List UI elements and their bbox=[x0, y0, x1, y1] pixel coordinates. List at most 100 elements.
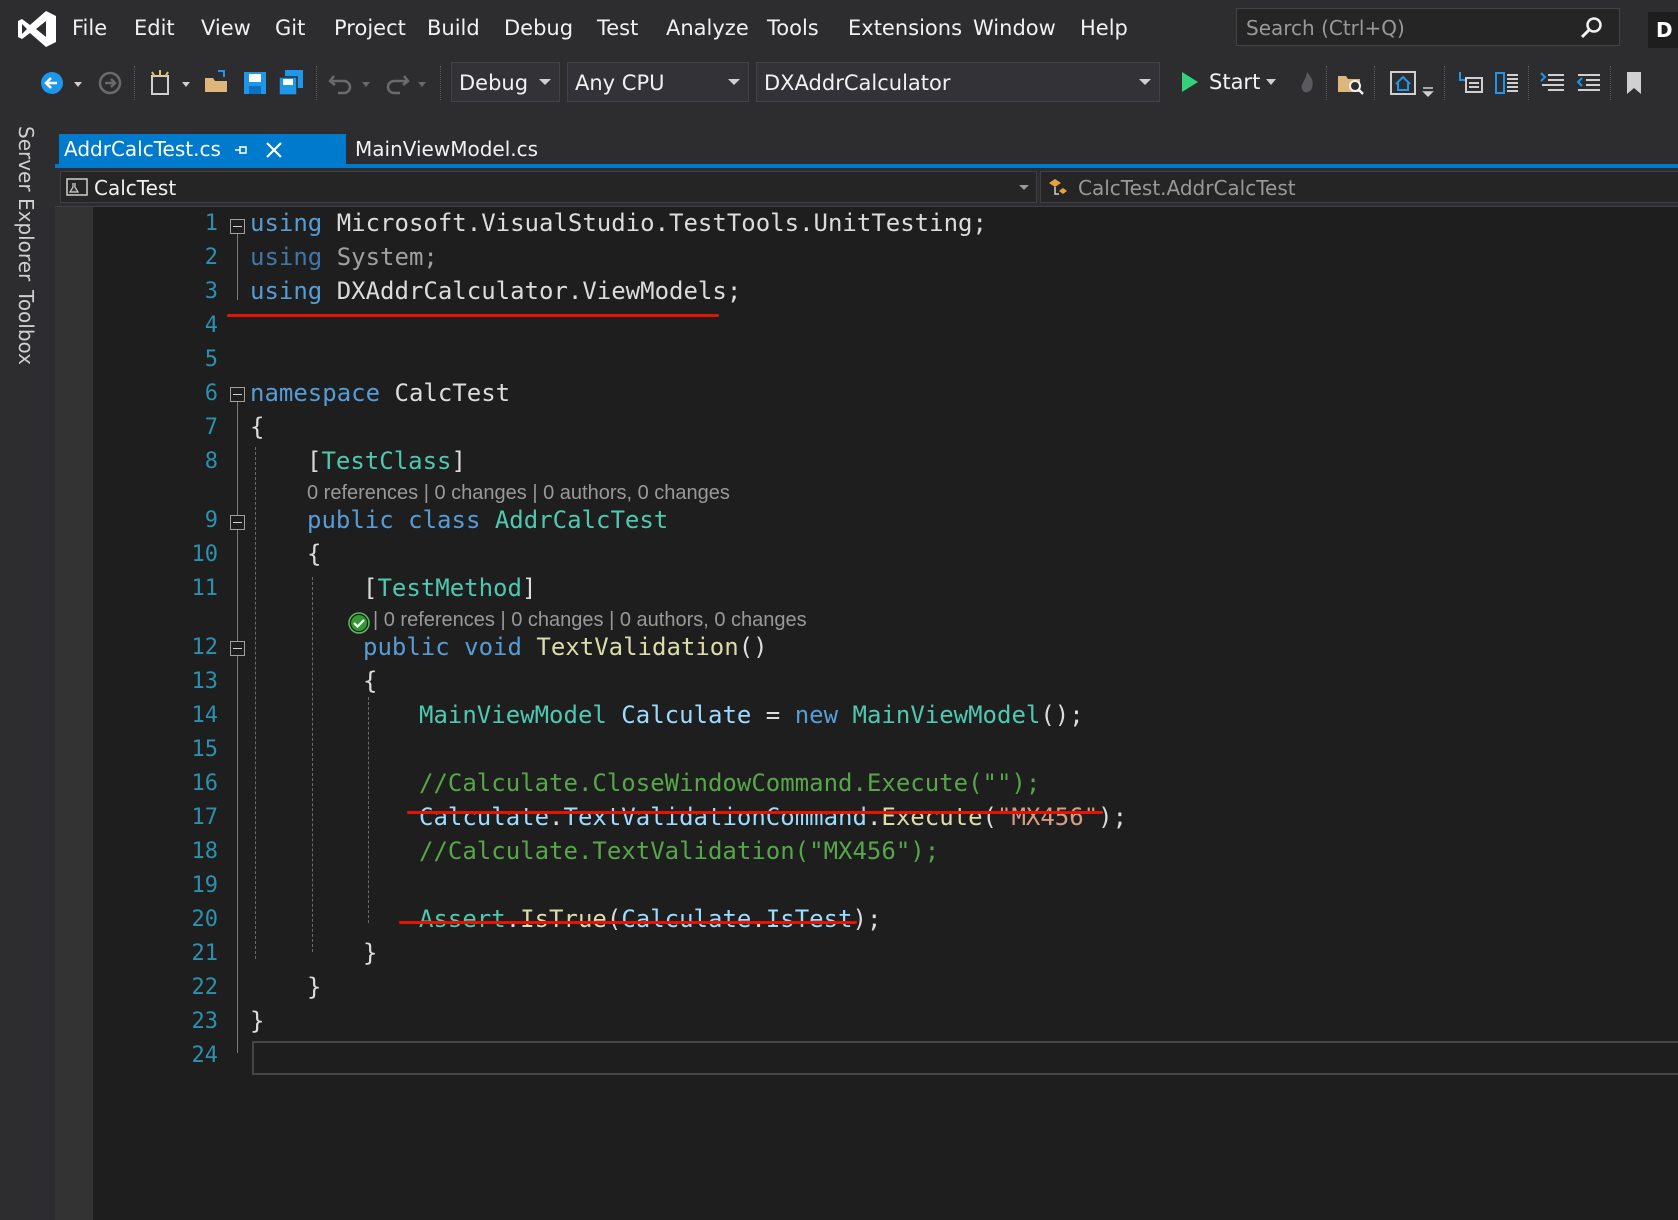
line-number: 13 bbox=[191, 669, 219, 694]
bookmark-icon[interactable] bbox=[1620, 68, 1650, 98]
line-number: 7 bbox=[204, 415, 218, 440]
menu-edit[interactable]: Edit bbox=[134, 16, 175, 40]
test-passed-icon[interactable] bbox=[348, 612, 370, 634]
line-number: 22 bbox=[191, 975, 219, 1000]
code-editor[interactable]: 1 2 3 4 5 6 7 8 9 10 11 12 13 14 15 16 1… bbox=[55, 207, 1678, 1220]
toolbox-tab[interactable]: Toolbox bbox=[14, 290, 38, 365]
visual-studio-logo-icon[interactable] bbox=[16, 9, 58, 49]
solution-configuration-select[interactable]: Debug bbox=[451, 62, 560, 102]
account-badge[interactable]: D bbox=[1648, 12, 1678, 48]
glyph-margin[interactable] bbox=[55, 207, 93, 1220]
chevron-down-icon bbox=[1019, 185, 1029, 190]
new-item-dropdown-icon[interactable] bbox=[178, 68, 194, 98]
undo-icon[interactable] bbox=[326, 68, 356, 98]
keyword-using: using bbox=[250, 209, 323, 237]
left-tool-window-rail: Server Explorer Toolbox bbox=[0, 110, 55, 1220]
line-number: 20 bbox=[191, 907, 219, 932]
new-project-icon[interactable] bbox=[146, 68, 176, 98]
test-project-icon bbox=[66, 178, 88, 196]
toolbar-separator bbox=[440, 66, 442, 100]
indent-guide bbox=[312, 577, 313, 952]
menu-file[interactable]: File bbox=[72, 16, 107, 40]
keyword-new: new bbox=[794, 701, 839, 729]
toolbar-overflow-icon[interactable] bbox=[1420, 68, 1436, 98]
menu-git[interactable]: Git bbox=[275, 16, 305, 40]
line-number: 19 bbox=[191, 873, 219, 898]
navigate-forward-icon[interactable] bbox=[96, 68, 126, 98]
type-name: CalcTest.AddrCalcTest bbox=[1078, 176, 1296, 200]
variable-calculate: Calculate bbox=[419, 803, 550, 831]
type-dropdown[interactable]: CalcTest.AddrCalcTest bbox=[1040, 171, 1678, 203]
menu-view[interactable]: View bbox=[201, 16, 251, 40]
pin-tab-icon[interactable] bbox=[232, 141, 250, 159]
platform-value: Any CPU bbox=[575, 71, 665, 95]
call-end: ); bbox=[1098, 803, 1128, 831]
variable-calculate: Calculate bbox=[621, 701, 752, 729]
navigate-back-icon[interactable] bbox=[38, 68, 68, 98]
project-dropdown[interactable]: CalcTest bbox=[60, 171, 1037, 203]
dot: . bbox=[866, 803, 882, 831]
step-into-specific-icon[interactable] bbox=[1456, 68, 1486, 98]
class-icon bbox=[1049, 179, 1067, 195]
save-all-icon[interactable] bbox=[276, 68, 306, 98]
start-page-home-icon[interactable] bbox=[1388, 68, 1418, 98]
menu-help[interactable]: Help bbox=[1080, 16, 1128, 40]
line-number: 5 bbox=[204, 347, 218, 372]
line-number: 2 bbox=[204, 245, 218, 270]
redo-dropdown-icon[interactable] bbox=[414, 68, 430, 98]
back-history-dropdown-icon[interactable] bbox=[70, 68, 86, 98]
codelens-method-info[interactable]: | 0 references | 0 changes | 0 authors, … bbox=[373, 609, 807, 632]
code-line-3: using DXAddrCalculator.ViewModels; bbox=[250, 277, 741, 305]
dot: . bbox=[751, 905, 766, 933]
code-line-7: { bbox=[250, 413, 265, 441]
line-number: 9 bbox=[204, 508, 218, 533]
startup-project-select[interactable]: DXAddrCalculator bbox=[756, 62, 1160, 102]
toolbar-separator bbox=[1374, 66, 1376, 100]
save-icon[interactable] bbox=[240, 68, 270, 98]
toggle-bookmark-pane-icon[interactable] bbox=[1492, 68, 1522, 98]
call-end: ); bbox=[852, 905, 882, 933]
start-debugging-button[interactable]: Start bbox=[1174, 62, 1288, 102]
find-in-files-icon[interactable] bbox=[1336, 68, 1366, 98]
paren: ( bbox=[606, 905, 622, 933]
server-explorer-tab[interactable]: Server Explorer bbox=[14, 126, 38, 281]
code-line-17: Calculate.TextValidationCommand.Execute(… bbox=[419, 803, 1127, 831]
redo-icon[interactable] bbox=[382, 68, 412, 98]
menu-debug[interactable]: Debug bbox=[504, 16, 573, 40]
line-number: 23 bbox=[191, 1009, 219, 1034]
menu-tools[interactable]: Tools bbox=[767, 16, 819, 40]
comment-lines-icon[interactable] bbox=[1538, 68, 1568, 98]
uncomment-lines-icon[interactable] bbox=[1574, 68, 1604, 98]
collapse-region-toggle[interactable] bbox=[230, 387, 245, 402]
collapse-region-toggle[interactable] bbox=[230, 219, 245, 234]
undo-dropdown-icon[interactable] bbox=[358, 68, 374, 98]
open-folder-icon[interactable] bbox=[202, 68, 232, 98]
search-placeholder: Search (Ctrl+Q) bbox=[1246, 16, 1405, 40]
line-number: 21 bbox=[191, 941, 219, 966]
menu-project[interactable]: Project bbox=[334, 16, 406, 40]
keyword-using: using bbox=[250, 243, 323, 271]
type-mainviewmodel: MainViewModel bbox=[852, 701, 1041, 729]
attribute-testclass: TestClass bbox=[321, 447, 452, 475]
menu-window[interactable]: Window bbox=[973, 16, 1056, 40]
menu-analyze[interactable]: Analyze bbox=[666, 16, 749, 40]
search-input[interactable]: Search (Ctrl+Q) bbox=[1236, 8, 1620, 46]
collapse-region-toggle[interactable] bbox=[230, 641, 245, 656]
line-number: 18 bbox=[191, 839, 219, 864]
menu-test[interactable]: Test bbox=[597, 16, 638, 40]
hot-reload-icon[interactable] bbox=[1292, 68, 1322, 98]
keyword-class: class bbox=[408, 506, 481, 534]
solution-platform-select[interactable]: Any CPU bbox=[567, 62, 749, 102]
codelens-class-info[interactable]: 0 references | 0 changes | 0 authors, 0 … bbox=[307, 482, 730, 505]
chevron-down-icon bbox=[728, 79, 740, 85]
startup-project-value: DXAddrCalculator bbox=[764, 71, 951, 95]
close-tab-icon[interactable] bbox=[264, 140, 284, 160]
code-line-23: } bbox=[250, 1007, 265, 1035]
menu-extensions[interactable]: Extensions bbox=[848, 16, 962, 40]
collapse-region-toggle[interactable] bbox=[230, 515, 245, 530]
menu-build[interactable]: Build bbox=[427, 16, 480, 40]
tab-addrcalctest-cs[interactable]: AddrCalcTest.cs bbox=[59, 134, 346, 166]
